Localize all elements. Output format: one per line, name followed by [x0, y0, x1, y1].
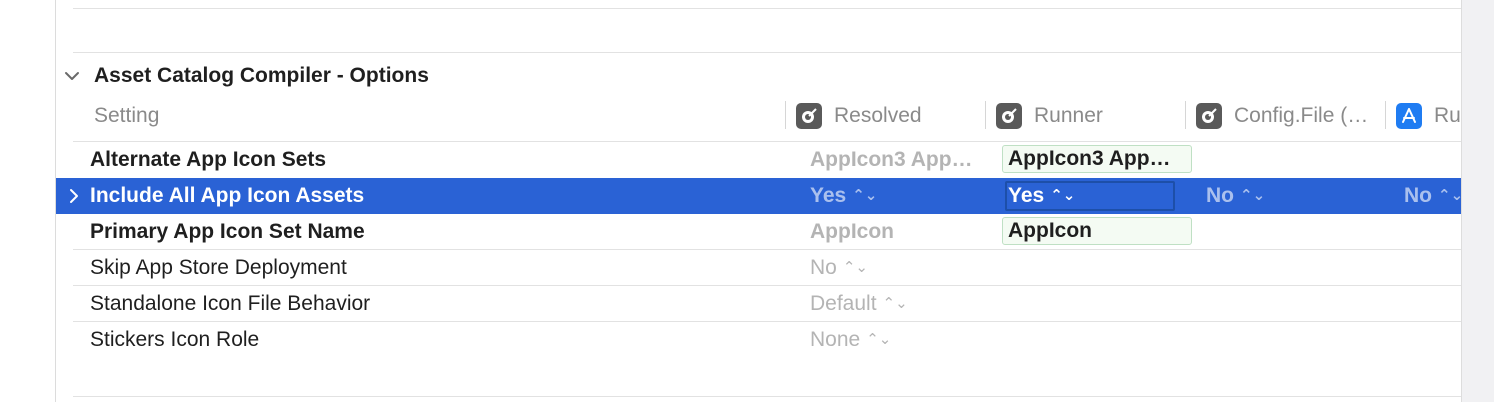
config-file-value-popup[interactable]: No ⌃⌄ [1206, 178, 1265, 214]
column-header-resolved[interactable]: Resolved [796, 100, 922, 132]
setting-label: Skip App Store Deployment [90, 256, 347, 279]
divider-section [73, 52, 1461, 53]
popup-arrows-icon: ⌃⌄ [882, 295, 908, 312]
app-store-icon [1396, 103, 1422, 129]
setting-row[interactable]: Primary App Icon Set Name AppIcon AppIco… [56, 214, 1461, 250]
column-header-setting[interactable]: Setting [94, 100, 159, 132]
resolved-value-popup[interactable]: None ⌃⌄ [810, 322, 891, 358]
setting-row[interactable]: Standalone Icon File Behavior Default ⌃⌄ [56, 286, 1461, 322]
xcode-target-icon [796, 103, 822, 129]
column-header-setting-label: Setting [94, 104, 160, 127]
chevron-right-icon[interactable] [66, 188, 82, 204]
right-edge-panel [1461, 0, 1494, 402]
popup-arrows-icon: ⌃⌄ [1050, 187, 1076, 204]
runner-value-field[interactable]: AppIcon3 App… [1002, 145, 1192, 173]
setting-label: Primary App Icon Set Name [90, 220, 365, 243]
setting-label: Stickers Icon Role [90, 328, 260, 351]
column-separator[interactable] [785, 101, 786, 129]
column-header-config-file-label: Config.File (… [1234, 104, 1369, 127]
resolved-value: Yes ⌃⌄ [810, 178, 877, 214]
setting-row[interactable]: Skip App Store Deployment No ⌃⌄ [56, 250, 1461, 286]
column-header-config-file[interactable]: Config.File (… [1196, 100, 1368, 132]
popup-arrows-icon: ⌃⌄ [866, 331, 892, 348]
resolved-value: AppIcon3 App… [810, 148, 973, 171]
divider-top [73, 8, 1461, 9]
popup-arrows-icon: ⌃⌄ [852, 187, 878, 204]
setting-row[interactable]: Alternate App Icon Sets AppIcon3 App… Ap… [56, 142, 1461, 178]
section-title: Asset Catalog Compiler - Options [94, 64, 429, 87]
left-gutter [0, 0, 56, 402]
popup-arrows-icon: ⌃⌄ [1438, 187, 1464, 204]
column-header-runner-label: Runner [1034, 104, 1103, 127]
setting-row-selected[interactable]: Include All App Icon Assets Yes ⌃⌄ Yes ⌃⌄ … [56, 178, 1463, 214]
setting-row[interactable]: Stickers Icon Role None ⌃⌄ [56, 322, 1461, 358]
column-header-ru-label: Ru [1434, 104, 1461, 127]
ru-value-popup[interactable]: No ⌃⌄ [1404, 178, 1463, 214]
runner-value-field[interactable]: AppIcon [1002, 217, 1192, 245]
popup-arrows-icon: ⌃⌄ [842, 259, 868, 276]
resolved-value-popup[interactable]: Default ⌃⌄ [810, 286, 908, 322]
popup-arrows-icon: ⌃⌄ [1240, 187, 1266, 204]
section-header[interactable]: Asset Catalog Compiler - Options [64, 62, 429, 90]
chevron-down-icon[interactable] [64, 68, 80, 84]
resolved-value: AppIcon [810, 220, 894, 243]
setting-label: Alternate App Icon Sets [90, 148, 327, 171]
column-header-ru[interactable]: Ru [1396, 100, 1461, 132]
setting-label: Include All App Icon Assets [90, 184, 365, 207]
setting-label: Standalone Icon File Behavior [90, 292, 371, 315]
column-separator[interactable] [985, 101, 986, 129]
divider-bottom [73, 396, 1461, 397]
column-header-runner[interactable]: Runner [996, 100, 1103, 132]
column-separator[interactable] [1385, 101, 1386, 129]
runner-value-popup[interactable]: Yes ⌃⌄ [1008, 178, 1075, 214]
resolved-value-popup[interactable]: No ⌃⌄ [810, 250, 868, 286]
column-separator[interactable] [1185, 101, 1186, 129]
xcode-target-icon [1196, 103, 1222, 129]
column-header-resolved-label: Resolved [834, 104, 922, 127]
xcode-target-icon [996, 103, 1022, 129]
